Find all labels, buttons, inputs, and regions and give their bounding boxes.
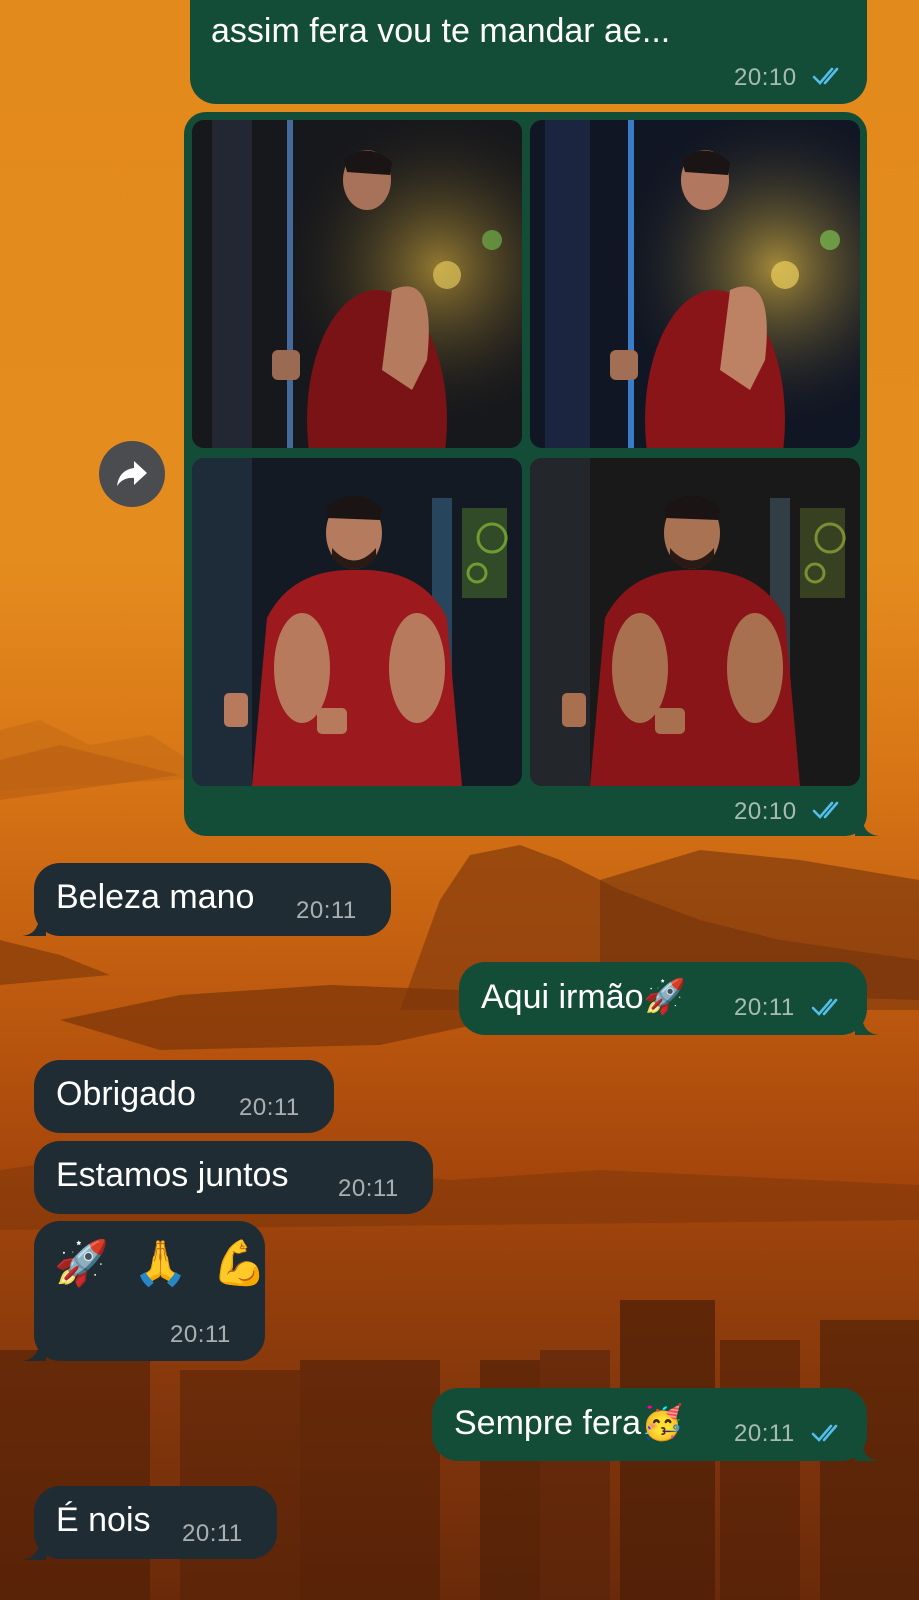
album-photo[interactable] [192,458,522,786]
message-time: 20:11 [734,1420,795,1447]
message-text: Estamos juntos [56,1156,289,1194]
forward-button[interactable] [99,441,165,507]
double-check-icon [812,801,839,819]
bubble-tail [855,1007,879,1035]
message-time: 20:11 [296,897,357,924]
message-bubble-outgoing[interactable]: Aqui irmão🚀 20:11 [459,962,867,1035]
message-bubble-incoming[interactable]: Obrigado 20:11 [34,1060,334,1133]
double-check-icon [812,67,839,85]
album-photo[interactable] [192,120,522,448]
message-text: Aqui irmão🚀 [481,978,686,1016]
message-time: 20:10 [734,64,797,91]
message-text: assim fera vou te mandar ae... [211,12,671,50]
message-text: Obrigado [56,1075,196,1113]
message-time: 20:11 [170,1321,231,1348]
bubble-tail [855,808,879,836]
message-emoji-text: 🚀 🙏 💪 [54,1239,273,1288]
message-time: 20:11 [338,1175,399,1202]
message-time: 20:11 [239,1094,300,1121]
bubble-tail [855,1433,879,1461]
message-time: 20:11 [182,1520,243,1547]
forward-arrow-icon [117,461,147,486]
message-bubble-incoming[interactable]: Estamos juntos 20:11 [34,1141,433,1214]
message-text: É nois [56,1501,151,1539]
message-time: 20:11 [734,994,795,1021]
message-bubble-outgoing[interactable]: Sempre fera🥳 20:11 [432,1388,867,1461]
message-time: 20:10 [734,798,797,825]
photo-album-bubble[interactable]: 20:10 [184,112,867,836]
message-bubble-outgoing[interactable]: assim fera vou te mandar ae... 20:10 [190,0,867,104]
album-photo[interactable] [530,458,860,786]
message-bubble-incoming[interactable]: 🚀 🙏 💪 20:11 [34,1221,267,1361]
album-photo[interactable] [530,120,860,448]
message-bubble-incoming[interactable]: Beleza mano 20:11 [34,863,391,936]
message-text: Beleza mano [56,878,255,916]
double-check-icon [811,998,838,1016]
message-text: Sempre fera🥳 [454,1404,684,1442]
double-check-icon [811,1424,838,1442]
message-bubble-incoming[interactable]: É nois 20:11 [34,1486,277,1559]
